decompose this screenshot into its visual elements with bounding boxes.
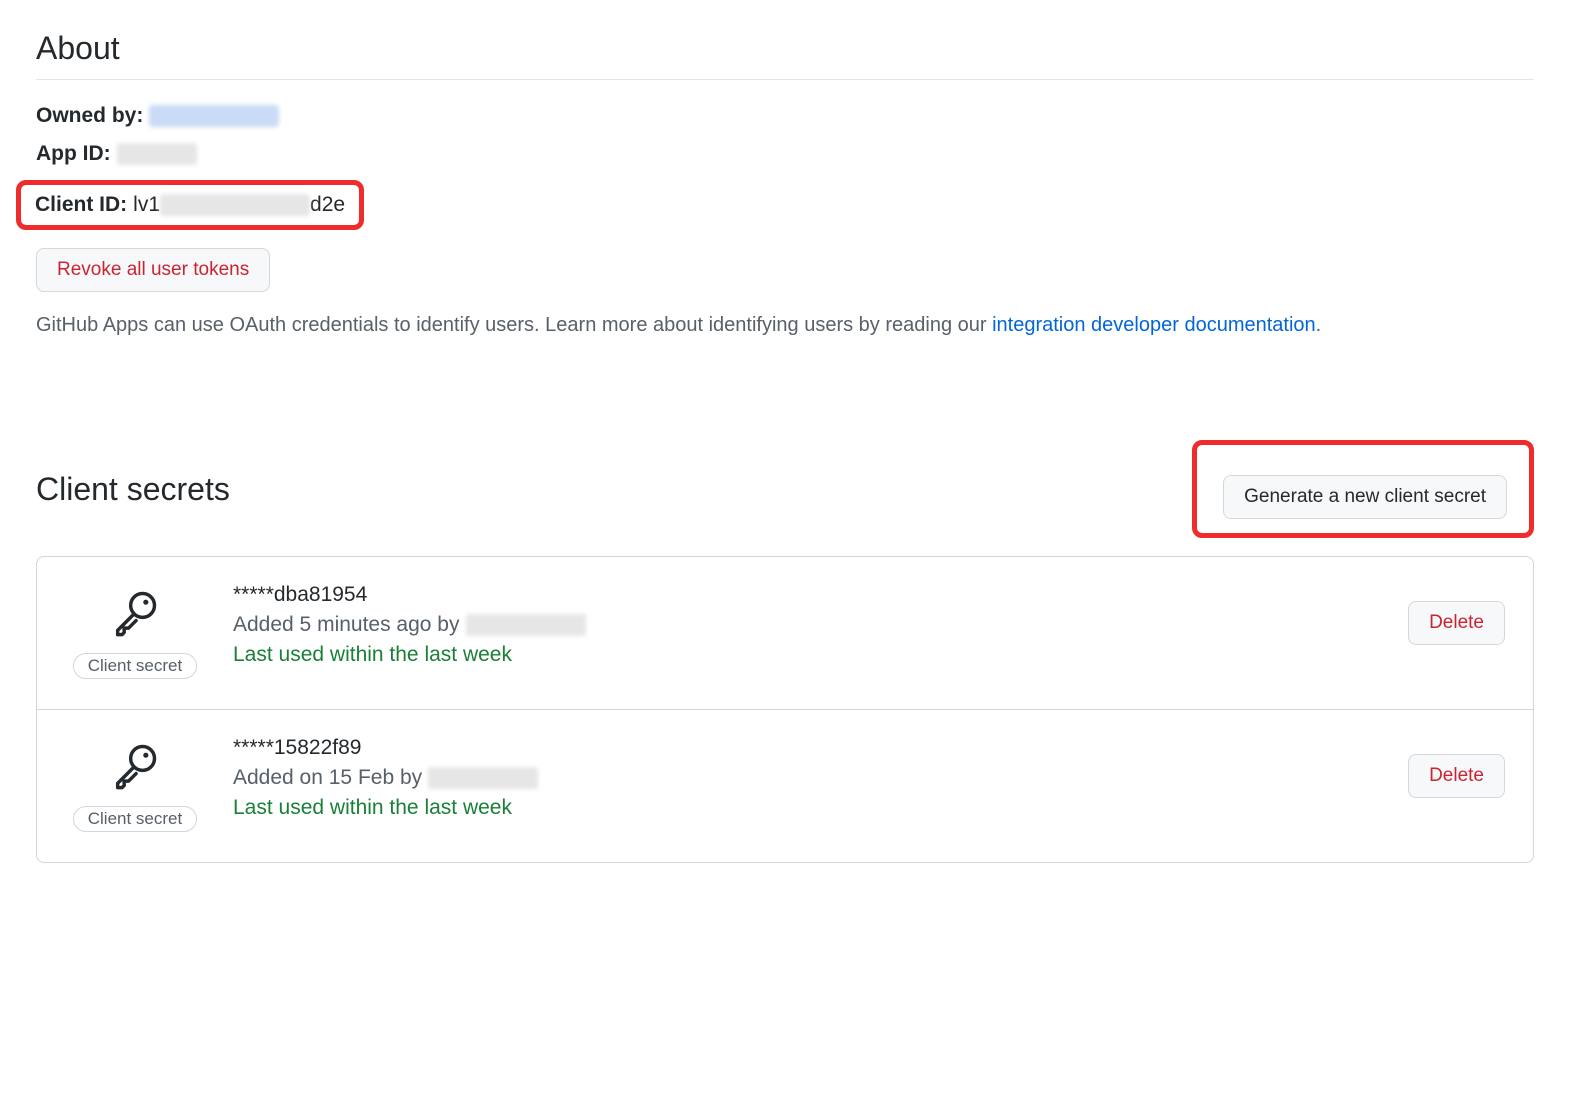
secret-added-info: Added 5 minutes ago by: [233, 613, 1380, 637]
owned-by-row: Owned by:: [36, 104, 1534, 128]
client-id-value: lv1d2e: [133, 193, 345, 217]
key-icon: [109, 587, 161, 645]
generate-secret-highlight: Generate a new client secret: [1192, 440, 1534, 538]
about-description: GitHub Apps can use OAuth credentials to…: [36, 310, 1534, 340]
owned-by-label: Owned by:: [36, 104, 143, 128]
client-secret-badge: Client secret: [73, 806, 197, 832]
client-secrets-heading: Client secrets: [36, 471, 230, 508]
about-section: About Owned by: App ID: Client ID: lv1d2…: [36, 30, 1534, 340]
secret-author-redacted: [466, 614, 586, 636]
key-icon: [109, 740, 161, 798]
secret-last-used: Last used within the last week: [233, 643, 1380, 667]
delete-secret-button[interactable]: Delete: [1408, 754, 1505, 798]
app-id-value-redacted: [117, 143, 197, 165]
app-id-label: App ID:: [36, 142, 111, 166]
client-id-highlight: Client ID: lv1d2e: [16, 180, 1534, 244]
owned-by-value-redacted: [149, 105, 279, 127]
client-secret-badge: Client secret: [73, 653, 197, 679]
client-id-label: Client ID:: [35, 193, 127, 217]
generate-client-secret-button[interactable]: Generate a new client secret: [1223, 475, 1507, 519]
about-heading: About: [36, 30, 1534, 80]
secret-last-used: Last used within the last week: [233, 796, 1380, 820]
docs-link[interactable]: integration developer documentation: [992, 314, 1316, 336]
secret-masked-value: *****15822f89: [233, 736, 1380, 760]
client-secret-item: Client secret *****15822f89 Added on 15 …: [37, 709, 1533, 862]
delete-secret-button[interactable]: Delete: [1408, 601, 1505, 645]
revoke-tokens-button[interactable]: Revoke all user tokens: [36, 248, 270, 292]
client-secret-item: Client secret *****dba81954 Added 5 minu…: [37, 557, 1533, 709]
secret-author-redacted: [428, 767, 538, 789]
client-secrets-section: Client secrets Generate a new client sec…: [36, 440, 1534, 863]
app-id-row: App ID:: [36, 142, 1534, 166]
secret-masked-value: *****dba81954: [233, 583, 1380, 607]
secret-added-info: Added on 15 Feb by: [233, 766, 1380, 790]
client-id-redacted: [160, 194, 310, 216]
client-secrets-list: Client secret *****dba81954 Added 5 minu…: [36, 556, 1534, 863]
